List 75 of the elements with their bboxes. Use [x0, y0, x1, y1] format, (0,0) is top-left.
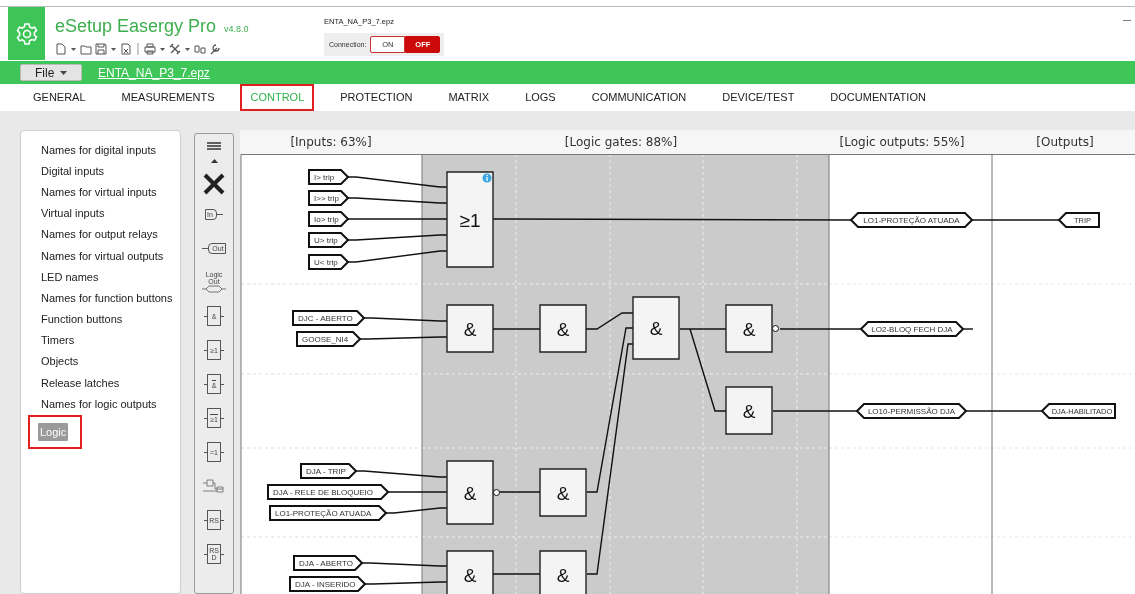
nav-tab[interactable]: PROTECTION	[330, 84, 423, 111]
connector-line	[387, 491, 448, 493]
sidebar-item[interactable]: Virtual inputs	[41, 206, 105, 221]
sidebar-item[interactable]: Names for virtual outputs	[41, 248, 164, 263]
input-tag: DJA - TRIP	[300, 463, 358, 479]
and-gate: &	[446, 304, 494, 353]
connector-line	[492, 328, 541, 330]
and-gate: &	[446, 460, 500, 525]
new-file-icon[interactable]	[55, 43, 67, 55]
input-tag: U< trip	[308, 254, 350, 270]
and-gate: &	[725, 304, 779, 353]
input-tag: DJA - RELE DE BLOQUEIO	[267, 484, 390, 500]
and-gate: &	[725, 386, 773, 435]
sidebar-item[interactable]: Digital inputs	[41, 163, 104, 178]
sidebar-item[interactable]: Names for function buttons	[41, 290, 173, 305]
menu-icon[interactable]	[207, 142, 221, 150]
sidebar-item[interactable]: Objects	[41, 354, 79, 369]
save-icon[interactable]	[95, 43, 107, 55]
nav-tab[interactable]: LOGS	[515, 84, 566, 111]
and-gate: &	[539, 550, 587, 594]
file-menu-button[interactable]: File	[20, 64, 82, 81]
input-tag: GOOSE_NI4	[296, 331, 362, 347]
sidebar-item[interactable]: Function buttons	[41, 312, 123, 327]
caret-icon	[60, 70, 67, 75]
sidebar-item[interactable]: Timers	[41, 333, 75, 348]
nav-tab[interactable]: MATRIX	[438, 84, 500, 111]
input-tag: U> trip	[308, 232, 350, 248]
connector-line	[962, 328, 974, 330]
open-folder-icon[interactable]	[80, 43, 92, 55]
sidebar-item[interactable]: Names for logic outputs	[41, 396, 157, 411]
info-icon	[482, 173, 492, 183]
minimize-icon[interactable]	[1123, 20, 1131, 22]
logic-output-tool-icon[interactable]	[202, 285, 226, 293]
column-header: [Logic gates: 88%]	[564, 134, 678, 151]
tools-icon[interactable]	[169, 43, 181, 55]
and-gate: &	[446, 550, 494, 594]
wrench-icon[interactable]	[209, 43, 221, 55]
nav-tab[interactable]: GENERAL	[23, 84, 96, 111]
nav-tab[interactable]: MEASUREMENTS	[111, 84, 225, 111]
column-header: [Outputs]	[1036, 134, 1094, 151]
scroll-up-icon[interactable]	[210, 159, 218, 163]
input-tag: DJA - INSERIDO	[289, 576, 367, 592]
separator-icon	[135, 43, 141, 55]
close-file-icon[interactable]	[120, 43, 132, 55]
delay-tool-icon[interactable]	[203, 479, 225, 493]
input-tag: I>> trip	[308, 190, 350, 206]
column-header: [Inputs: 63%]	[290, 134, 372, 151]
sidebar-item[interactable]: Names for output relays	[41, 227, 158, 242]
input-tag: DJC - ABERTO	[292, 310, 366, 326]
sidebar-item[interactable]: Names for virtual inputs	[41, 184, 157, 199]
input-tag: I> trip	[308, 169, 350, 185]
app-title: eSetup Easergy Pro	[55, 15, 217, 37]
connector-line	[492, 573, 541, 575]
sidebar-item[interactable]: LED names	[41, 269, 99, 284]
logic-output-tag: LO2-BLOQ FECH DJA	[859, 321, 965, 337]
input-tag: Io> trip	[308, 211, 350, 227]
and-gate: &	[632, 296, 680, 360]
sidebar-item[interactable]: Release latches	[41, 375, 120, 390]
version-label: v4.8.0	[224, 23, 249, 36]
input-tag: DJA - ABERTO	[293, 555, 364, 571]
and-gate: &	[539, 304, 587, 353]
logic-output-tag: LO1-PROTEÇÃO ATUADA	[849, 212, 974, 228]
nav-tab[interactable]: COMMUNICATION	[581, 84, 697, 111]
input-tag: LO1-PROTEÇÃO ATUADA	[269, 505, 388, 521]
sidebar-item[interactable]: Names for digital inputs	[41, 142, 156, 157]
delete-icon[interactable]	[203, 173, 225, 195]
device-icon[interactable]	[194, 43, 206, 55]
print-icon[interactable]	[144, 43, 156, 55]
and-gate: &	[539, 468, 587, 517]
logic-output-tag: LO10-PERMISSÃO DJA	[855, 403, 968, 419]
nav-tab[interactable]: DOCUMENTATION	[820, 84, 936, 111]
column-header: [Logic outputs: 55%]	[839, 134, 965, 151]
nav-tab[interactable]: DEVICE/TEST	[712, 84, 805, 111]
or-gate: ≥1	[446, 171, 494, 268]
connector-line	[385, 507, 448, 514]
